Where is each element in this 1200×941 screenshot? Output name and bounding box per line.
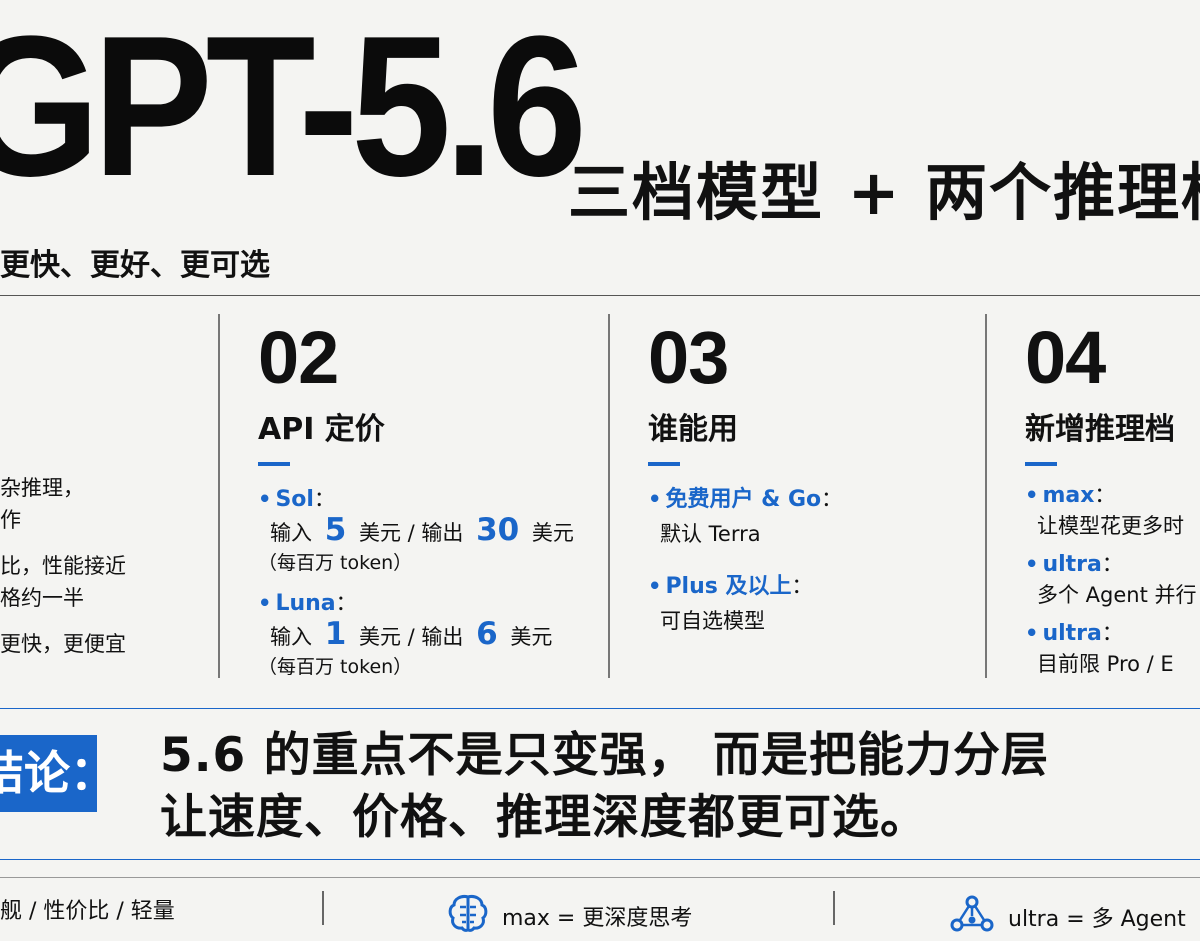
column-1-text: 杂推理， 作 比，性能接近 格约一半 更快，更便宜 — [0, 472, 126, 674]
page-subtitle: 三档模型 + 两个推理档 — [568, 156, 1200, 229]
footer-divider — [322, 891, 324, 925]
item-label: max — [1042, 483, 1095, 508]
item-label: ultra — [1042, 621, 1102, 646]
input-label: 输入 — [270, 625, 312, 649]
tagline: 更快、更好、更可选 — [0, 248, 270, 283]
conclusion-label: 结论： — [0, 735, 97, 812]
column-title: API 定价 — [258, 412, 385, 447]
footer-label: max = 更深度思考 — [502, 906, 693, 931]
output-price: 30 — [476, 512, 520, 548]
column-number: 02 — [258, 316, 339, 399]
item-label: 免费用户 & Go — [665, 487, 822, 512]
list-item: • max： 让模型花更多时 — [1025, 480, 1197, 541]
separator: / — [407, 625, 415, 649]
bottom-divider — [0, 877, 1200, 878]
list-item: • Plus 及以上： 可自选模型 — [648, 571, 842, 636]
unit-label: 美元 — [358, 625, 401, 649]
pricing-item-luna: • Luna： 输入 1 美元 / 输出 6 美元 （每百万 token） — [258, 588, 574, 682]
pricing-note: （每百万 token） — [258, 656, 413, 678]
top-divider — [0, 295, 1200, 296]
conclusion-line-1: 5.6 的重点不是只变强， 而是把能力分层 — [160, 728, 1049, 783]
footer-label: 旗舰 / 性价比 / 轻量 — [0, 899, 175, 924]
item-desc: 多个 Agent 并行 — [1037, 583, 1197, 607]
item-desc: 默认 Terra — [660, 522, 761, 546]
list-item: • ultra： 多个 Agent 并行 — [1025, 549, 1197, 610]
footer-item-ultra: ultra = 多 Agent — [948, 893, 1186, 941]
column-1-line: 杂推理， — [0, 476, 84, 500]
column-divider — [985, 314, 987, 678]
column-1-line: 比，性能接近 — [0, 554, 126, 578]
column-divider — [608, 314, 610, 678]
conclusion-line-2: 让速度、价格、推理深度都更可选。 — [160, 790, 928, 845]
conclusion-text: 5.6 的重点不是只变强， 而是把能力分层 让速度、价格、推理深度都更可选。 — [160, 725, 1049, 849]
pricing-label: Sol — [275, 487, 314, 512]
pricing-item-sol: • Sol： 输入 5 美元 / 输出 30 美元 （每百万 token） — [258, 484, 574, 578]
output-label: 输出 — [421, 521, 464, 545]
unit-label: 美元 — [510, 625, 553, 649]
brain-icon — [446, 893, 490, 939]
accent-bar — [648, 462, 680, 466]
pricing-label: Luna — [275, 591, 336, 616]
pricing-note: （每百万 token） — [258, 552, 413, 574]
column-api-pricing: 02 API 定价 • Sol： 输入 5 美元 / 输出 30 美元 （每百万 … — [258, 318, 574, 682]
separator: / — [407, 521, 415, 545]
main-title: GPT-5.6 — [0, 0, 587, 218]
agent-network-icon — [948, 893, 996, 941]
column-1-line: 作 — [0, 508, 21, 532]
column-number: 04 — [1025, 316, 1106, 399]
list-item: • ultra： 目前限 Pro / E — [1025, 618, 1197, 679]
unit-label: 美元 — [531, 521, 574, 545]
accent-bar — [258, 462, 290, 466]
column-divider — [218, 314, 220, 678]
column-1-line: 格约一半 — [0, 586, 84, 610]
column-title: 谁能用 — [648, 412, 738, 447]
item-desc: 可自选模型 — [660, 609, 765, 633]
footer-item-max: max = 更深度思考 — [446, 893, 692, 939]
output-label: 输出 — [421, 625, 464, 649]
input-price: 5 — [324, 512, 347, 548]
footer-item-tiers: 旗舰 / 性价比 / 轻量 — [0, 893, 175, 925]
column-number: 03 — [648, 316, 729, 399]
column-1-line: 更快，更便宜 — [0, 632, 126, 656]
list-item: • 免费用户 & Go： 默认 Terra — [648, 484, 842, 549]
column-title: 新增推理档 — [1025, 412, 1175, 447]
item-label: ultra — [1042, 552, 1102, 577]
input-label: 输入 — [270, 521, 312, 545]
item-label: Plus 及以上 — [665, 574, 792, 599]
item-desc: 目前限 Pro / E — [1037, 652, 1174, 676]
accent-bar — [1025, 462, 1057, 466]
footer-label: ultra = 多 Agent — [1008, 907, 1186, 932]
item-desc: 让模型花更多时 — [1037, 514, 1184, 538]
input-price: 1 — [324, 616, 347, 652]
output-price: 6 — [476, 616, 498, 652]
column-reasoning-tiers: 04 新增推理档 • max： 让模型花更多时 • ultra： 多个 Agent … — [1025, 318, 1197, 679]
footer-divider — [833, 891, 835, 925]
column-who-can-use: 03 谁能用 • 免费用户 & Go： 默认 Terra • Plus 及以上： 可… — [648, 318, 842, 636]
unit-label: 美元 — [358, 521, 401, 545]
